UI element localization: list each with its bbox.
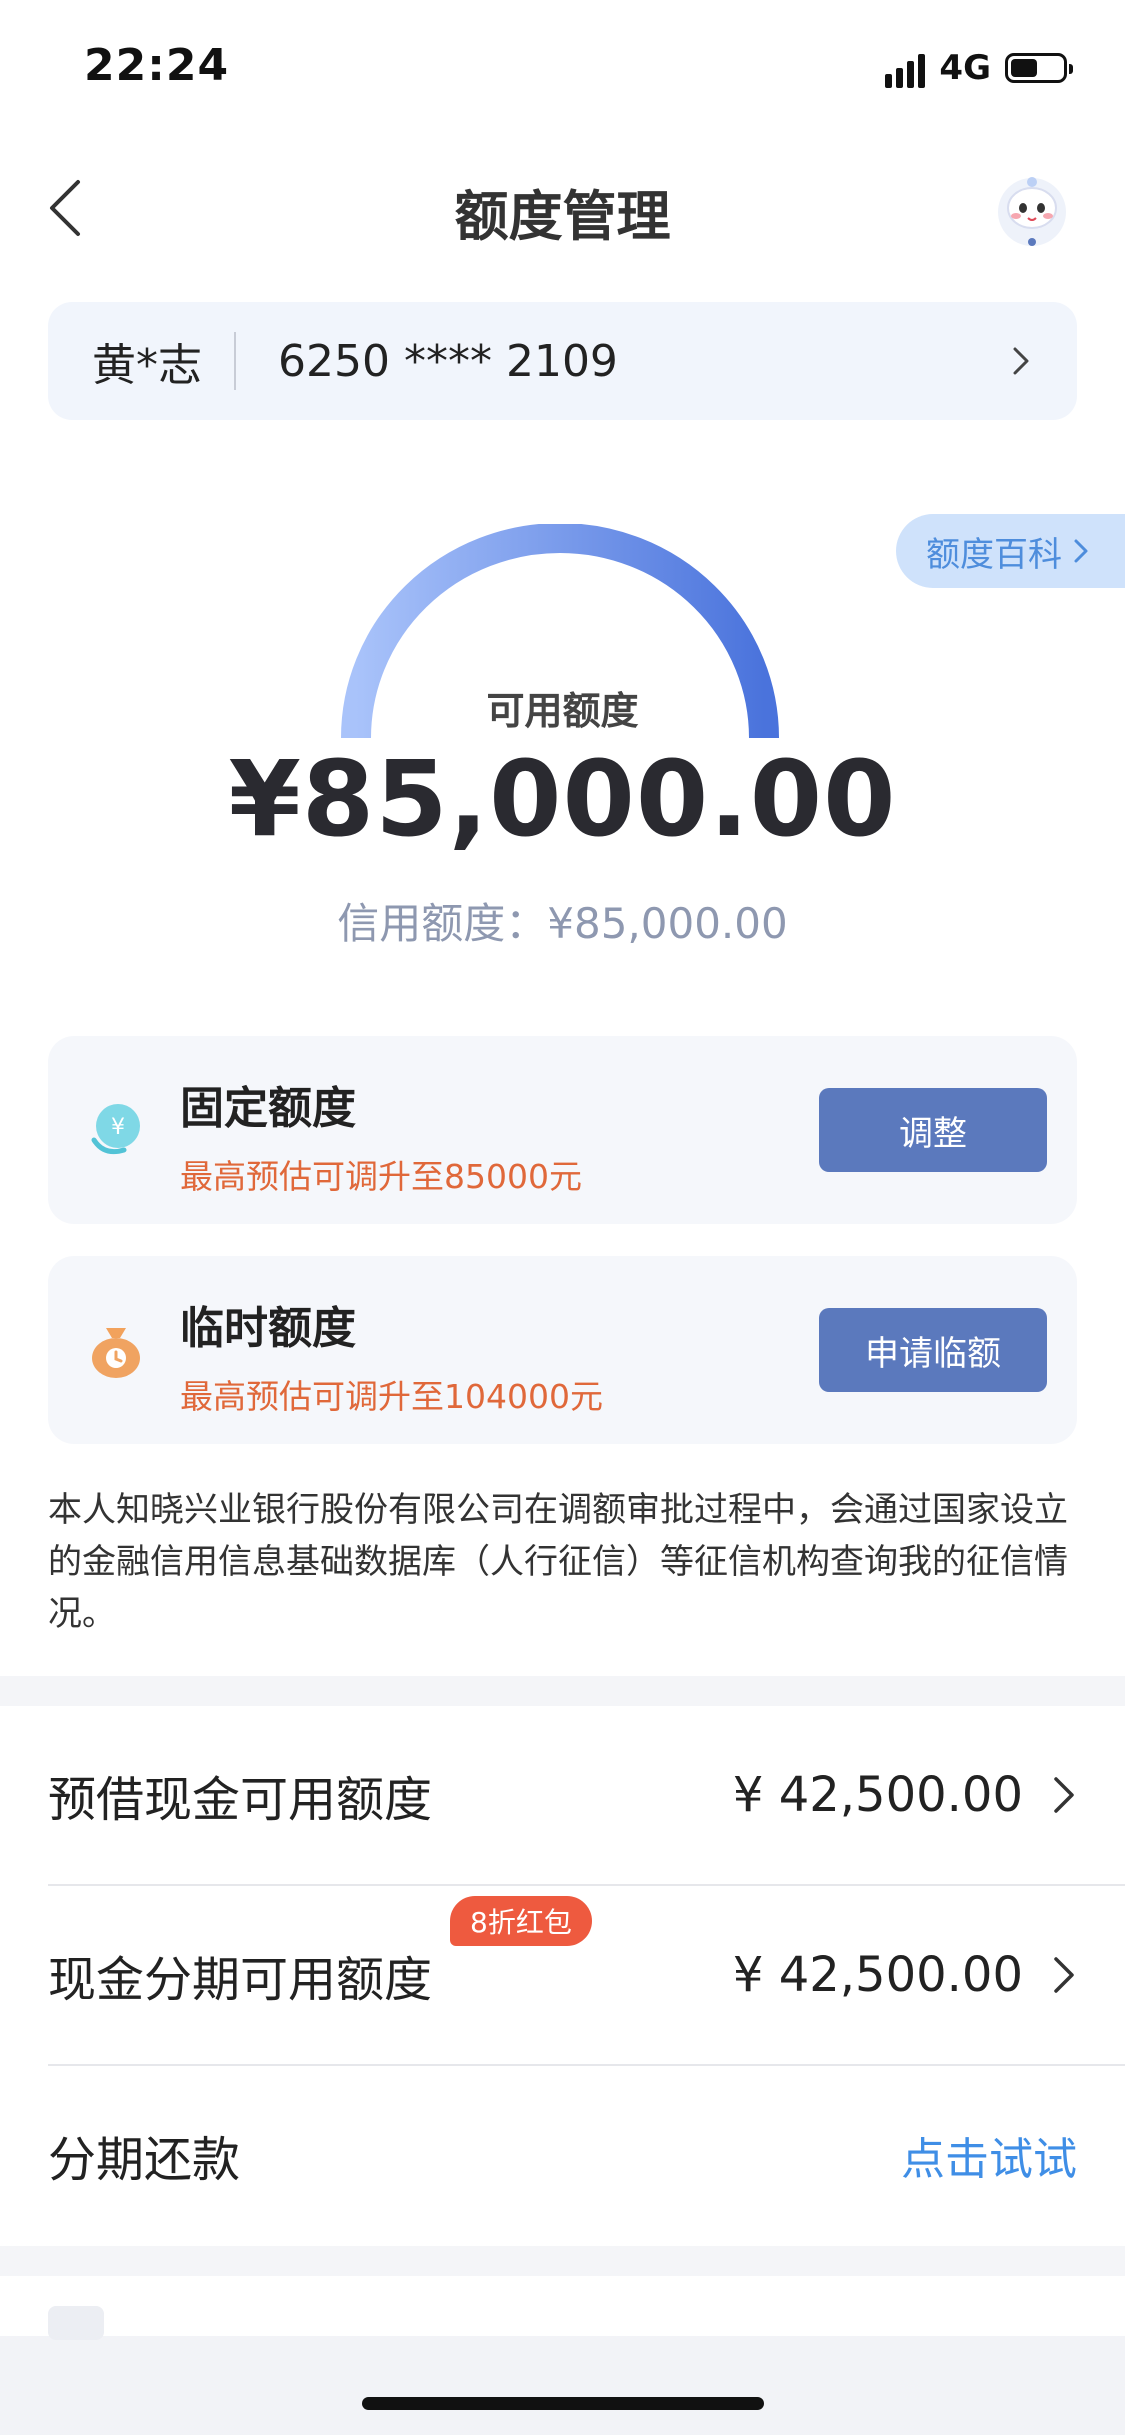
yuan-coin-icon: ¥ bbox=[91, 1104, 140, 1155]
separator bbox=[234, 332, 236, 390]
apply-temp-limit-button[interactable]: 申请临额 bbox=[819, 1308, 1047, 1392]
installment-repay-row[interactable]: 分期还款 点击试试 bbox=[48, 2066, 1077, 2244]
available-limit-amount: ¥85,000.00 bbox=[228, 738, 897, 860]
red-packet-badge: 8折红包 bbox=[450, 1896, 592, 1946]
chevron-right-icon bbox=[1013, 347, 1029, 375]
credit-limit-text: 信用额度：¥85,000.00 bbox=[337, 899, 788, 948]
card-number: 6250 **** 2109 bbox=[278, 335, 618, 387]
home-indicator[interactable] bbox=[362, 2397, 764, 2410]
fixed-limit-estimate: 最高预估可调升至85000元 bbox=[180, 1157, 582, 1196]
credit-inquiry-notice: 本人知晓兴业银行股份有限公司在调额审批过程中，会通过国家设立的金融信用信息基础数… bbox=[48, 1490, 1068, 1634]
status-time: 22:24 bbox=[84, 40, 230, 91]
card-selector[interactable]: 黄*志 6250 **** 2109 bbox=[48, 302, 1077, 420]
fixed-limit-title: 固定额度 bbox=[180, 1083, 356, 1134]
signal-icon bbox=[885, 48, 926, 88]
available-limit-label: 可用额度 bbox=[486, 689, 639, 733]
cash-advance-value: ¥ 42,500.00 bbox=[732, 1767, 1023, 1823]
fixed-limit-card: ¥ 固定额度 最高预估可调升至85000元 调整 bbox=[48, 1036, 1077, 1224]
status-icons: 4G bbox=[885, 48, 1073, 88]
assistant-mascot-icon[interactable] bbox=[990, 168, 1074, 252]
temp-limit-title: 临时额度 bbox=[180, 1303, 356, 1354]
bottom-area bbox=[0, 2336, 1125, 2435]
network-type: 4G bbox=[939, 48, 991, 88]
money-bag-icon bbox=[92, 1328, 140, 1378]
temp-limit-card: 临时额度 最高预估可调升至104000元 申请临额 bbox=[48, 1256, 1077, 1444]
battery-icon bbox=[1005, 53, 1073, 83]
chevron-right-icon bbox=[1074, 539, 1088, 563]
cash-advance-label: 预借现金可用额度 bbox=[48, 1772, 433, 1828]
limit-wiki-button[interactable]: 额度百科 bbox=[896, 514, 1125, 588]
installment-repay-label: 分期还款 bbox=[48, 2132, 241, 2188]
cash-installment-value: ¥ 42,500.00 bbox=[732, 1947, 1023, 2003]
svg-text:¥: ¥ bbox=[111, 1115, 125, 1140]
cardholder-name: 黄*志 bbox=[92, 340, 202, 391]
chevron-right-icon bbox=[1054, 1957, 1074, 1993]
section-divider bbox=[0, 2246, 1125, 2276]
page-title: 额度管理 bbox=[454, 185, 671, 248]
cash-installment-label: 现金分期可用额度 bbox=[48, 1952, 433, 2008]
partial-icon bbox=[48, 2306, 104, 2340]
temp-limit-estimate: 最高预估可调升至104000元 bbox=[180, 1377, 603, 1416]
adjust-button[interactable]: 调整 bbox=[819, 1088, 1047, 1172]
limit-wiki-label: 额度百科 bbox=[926, 534, 1062, 575]
cash-advance-row[interactable]: 预借现金可用额度 ¥ 42,500.00 bbox=[48, 1706, 1077, 1884]
try-it-link[interactable]: 点击试试 bbox=[901, 2123, 1077, 2187]
chevron-right-icon bbox=[1054, 1777, 1074, 1813]
section-divider bbox=[0, 1676, 1125, 1706]
